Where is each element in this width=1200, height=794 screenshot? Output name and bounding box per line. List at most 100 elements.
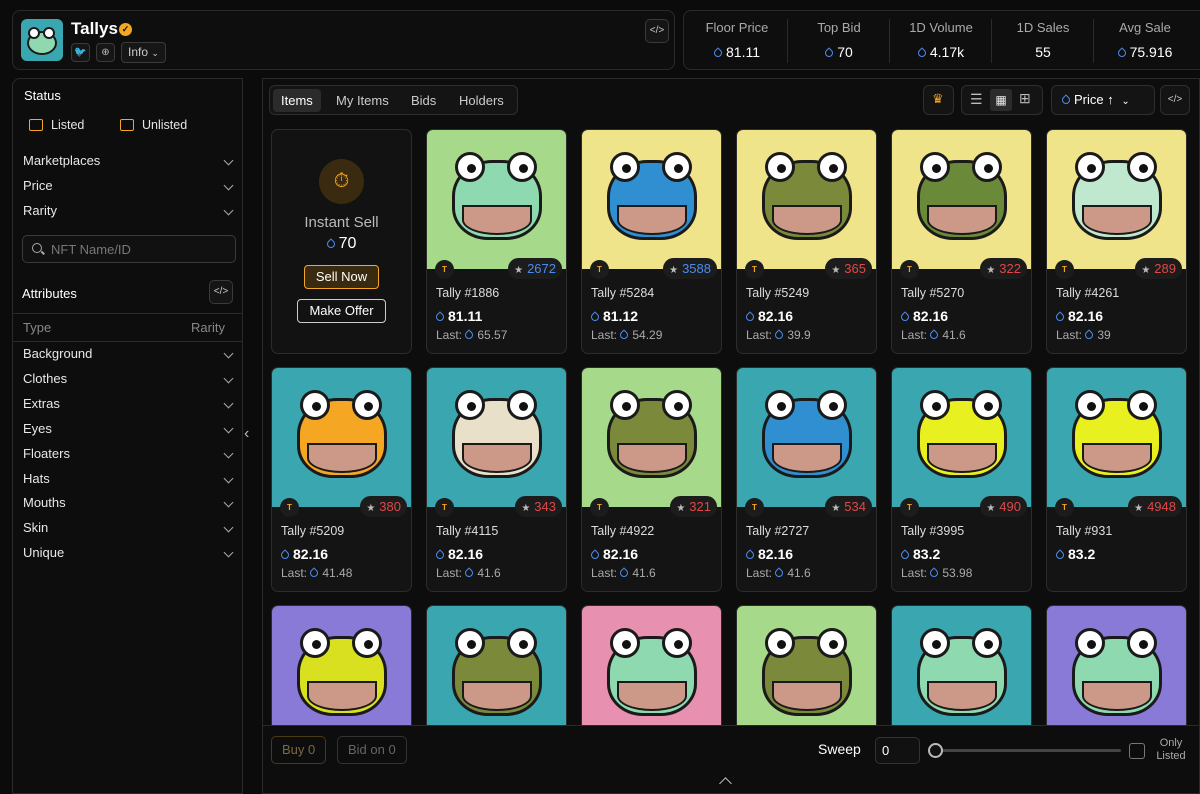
tab-items[interactable]: Items	[273, 89, 321, 112]
attribute-clothes[interactable]: Clothes	[13, 367, 242, 391]
only-listed-checkbox[interactable]	[1129, 743, 1145, 759]
embed-code-icon[interactable]: </>	[1160, 85, 1190, 115]
nft-image[interactable]	[427, 606, 566, 725]
nft-price-wrap: 82.16	[591, 546, 638, 562]
info-dropdown[interactable]: Info ⌄	[121, 42, 166, 63]
unlisted-filter[interactable]: Unlisted	[120, 115, 187, 135]
nft-image[interactable]	[1047, 368, 1186, 507]
filter-marketplaces[interactable]: Marketplaces	[13, 149, 242, 173]
sweep-label: Sweep	[818, 741, 861, 757]
sweep-input[interactable]	[875, 737, 920, 764]
chevron-down-icon: ⌄	[1121, 96, 1130, 107]
nft-search	[22, 235, 236, 263]
list-view-icon[interactable]: ☰	[970, 91, 983, 108]
buy-button[interactable]: Buy 0	[271, 736, 327, 764]
nft-card[interactable]	[736, 605, 877, 725]
attribute-floaters[interactable]: Floaters	[13, 442, 242, 466]
chevron-left-icon[interactable]: ‹	[244, 425, 249, 443]
chevron-up-icon[interactable]	[719, 777, 732, 790]
frog-mouth	[927, 443, 997, 473]
nft-price-wrap: 83.2	[901, 546, 940, 562]
tab-bids[interactable]: Bids	[403, 89, 444, 112]
listed-filter[interactable]: Listed	[29, 115, 84, 135]
nft-card[interactable]	[271, 605, 412, 725]
nft-card[interactable]: T ★ 534 Tally #2727 82.16 Last: 41.6	[736, 367, 877, 592]
attribute-label: Eyes	[23, 420, 52, 436]
sort-dropdown[interactable]: Price ↑ ⌄	[1051, 85, 1155, 115]
grid-small-icon[interactable]: ▦	[990, 89, 1012, 111]
nft-card[interactable]	[891, 605, 1032, 725]
frog-eye	[352, 390, 382, 420]
nft-image[interactable]	[1047, 130, 1186, 269]
attribute-mouths[interactable]: Mouths	[13, 491, 242, 515]
nft-card[interactable]: T ★ 3588 Tally #5284 81.12 Last: 54.29	[581, 129, 722, 354]
twitter-icon[interactable]: 🐦	[71, 43, 90, 62]
price-drop-icon	[436, 312, 444, 322]
code-toggle-icon[interactable]: </>	[209, 280, 233, 304]
nft-image[interactable]	[427, 368, 566, 507]
nft-image[interactable]	[737, 606, 876, 725]
slider-thumb[interactable]	[928, 743, 943, 758]
nft-image[interactable]	[892, 606, 1031, 725]
nft-image[interactable]	[892, 130, 1031, 269]
nft-card[interactable]: T ★ 490 Tally #3995 83.2 Last: 53.98	[891, 367, 1032, 592]
nft-card[interactable]	[1046, 605, 1187, 725]
attribute-extras[interactable]: Extras	[13, 392, 242, 416]
filter-rarity[interactable]: Rarity	[13, 199, 242, 223]
nft-image[interactable]	[737, 368, 876, 507]
search-input[interactable]	[51, 236, 231, 262]
price-drop-icon	[746, 550, 754, 560]
nft-image[interactable]	[892, 368, 1031, 507]
nft-card[interactable]: T ★ 321 Tally #4922 82.16 Last: 41.6	[581, 367, 722, 592]
nft-card[interactable]	[426, 605, 567, 725]
crown-button[interactable]: ♛	[923, 85, 954, 115]
nft-card[interactable]: T ★ 380 Tally #5209 82.16 Last: 41.48	[271, 367, 412, 592]
sell-now-button[interactable]: Sell Now	[304, 265, 379, 289]
marketplace-icon: T	[745, 498, 764, 517]
attribute-eyes[interactable]: Eyes	[13, 417, 242, 441]
price-drop-icon	[930, 568, 938, 578]
nft-card[interactable]: T ★ 365 Tally #5249 82.16 Last: 39.9	[736, 129, 877, 354]
attribute-hats[interactable]: Hats	[13, 467, 242, 491]
grid-large-icon[interactable]: ⊞	[1019, 90, 1031, 107]
stat-label: Top Bid	[817, 20, 861, 35]
rank-value: 321	[689, 499, 711, 514]
nft-card[interactable]: T ★ 2672 Tally #1886 81.11 Last: 65.57	[426, 129, 567, 354]
view-toggle: ☰ ▦ ⊞	[961, 85, 1043, 115]
nft-image[interactable]	[1047, 606, 1186, 725]
nft-price: 81.11	[448, 308, 483, 324]
tab-holders[interactable]: Holders	[451, 89, 512, 112]
nft-card[interactable]	[581, 605, 722, 725]
filter-price[interactable]: Price	[13, 174, 242, 198]
bid-button[interactable]: Bid on 0	[337, 736, 407, 764]
nft-price-wrap: 82.16	[1056, 308, 1103, 324]
nft-card[interactable]: T ★ 289 Tally #4261 82.16 Last: 39	[1046, 129, 1187, 354]
marketplace-icon: T	[280, 498, 299, 517]
price-drop-icon	[901, 550, 909, 560]
divider	[991, 19, 992, 63]
embed-code-icon[interactable]: </>	[645, 19, 669, 43]
nft-image[interactable]	[272, 606, 411, 725]
nft-card[interactable]: T ★ 4948 Tally #931 83.2	[1046, 367, 1187, 592]
nft-image[interactable]	[272, 368, 411, 507]
nft-image[interactable]	[582, 130, 721, 269]
nft-name: Tally #4922	[591, 524, 655, 538]
frog-mouth	[307, 681, 377, 711]
nft-image[interactable]	[427, 130, 566, 269]
attribute-unique[interactable]: Unique	[13, 541, 242, 565]
last-sale: Last: 41.6	[901, 328, 966, 342]
marketplace-icon: T	[435, 498, 454, 517]
nft-image[interactable]	[737, 130, 876, 269]
attribute-skin[interactable]: Skin	[13, 516, 242, 540]
nft-image[interactable]	[582, 606, 721, 725]
sweep-slider[interactable]	[928, 743, 1121, 758]
tab-my-items[interactable]: My Items	[328, 89, 397, 112]
nft-card[interactable]: T ★ 322 Tally #5270 82.16 Last: 41.6	[891, 129, 1032, 354]
make-offer-button[interactable]: Make Offer	[297, 299, 386, 323]
info-label: Info	[128, 45, 149, 59]
nft-image[interactable]	[582, 368, 721, 507]
attribute-background[interactable]: Background	[13, 342, 242, 366]
nft-card[interactable]: T ★ 343 Tally #4115 82.16 Last: 41.6	[426, 367, 567, 592]
price-drop-icon	[714, 48, 722, 58]
globe-icon[interactable]: ⊕	[96, 43, 115, 62]
